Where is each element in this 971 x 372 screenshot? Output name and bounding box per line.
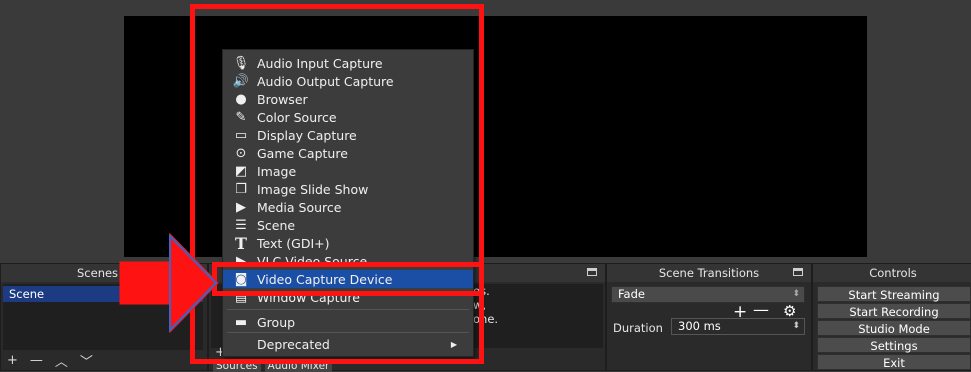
float-icon[interactable] [587, 268, 597, 276]
start-recording-button[interactable]: Start Recording [817, 303, 971, 319]
transition-selected-value: Fade [618, 287, 645, 301]
exit-button[interactable]: Exit [817, 354, 971, 370]
annotation-arrow [119, 232, 219, 334]
studio-mode-button[interactable]: Studio Mode [817, 320, 971, 336]
duration-label: Duration [613, 321, 663, 335]
spinner-arrows-icon: ⬍ [792, 289, 800, 299]
annotation-highlight-box [190, 4, 484, 364]
transitions-dock: Scene Transitions Fade ⬍ + — ⚙ Duration … [606, 263, 812, 371]
move-up-button[interactable]: ︿ [55, 351, 68, 370]
duration-value: 300 ms [678, 319, 721, 333]
float-icon[interactable] [793, 268, 803, 276]
settings-button[interactable]: Settings [817, 337, 971, 353]
transition-remove-button[interactable]: — [753, 300, 769, 319]
duration-input[interactable]: 300 ms ⬍ [671, 318, 805, 335]
transitions-title: Scene Transitions [607, 264, 811, 282]
move-down-button[interactable]: ﹀ [80, 351, 93, 370]
spinner-arrows-icon[interactable]: ⬍ [792, 319, 800, 334]
transition-select[interactable]: Fade ⬍ [611, 286, 805, 303]
remove-scene-button[interactable]: — [30, 353, 43, 368]
add-scene-button[interactable]: + [7, 353, 18, 368]
annotation-highlight-box [212, 262, 484, 296]
controls-dock: Controls Start Streaming Start Recording… [812, 263, 971, 371]
controls-title: Controls [813, 264, 971, 282]
scenes-toolbar: + — ︿ ﹀ [1, 350, 93, 370]
start-streaming-button[interactable]: Start Streaming [817, 286, 971, 302]
